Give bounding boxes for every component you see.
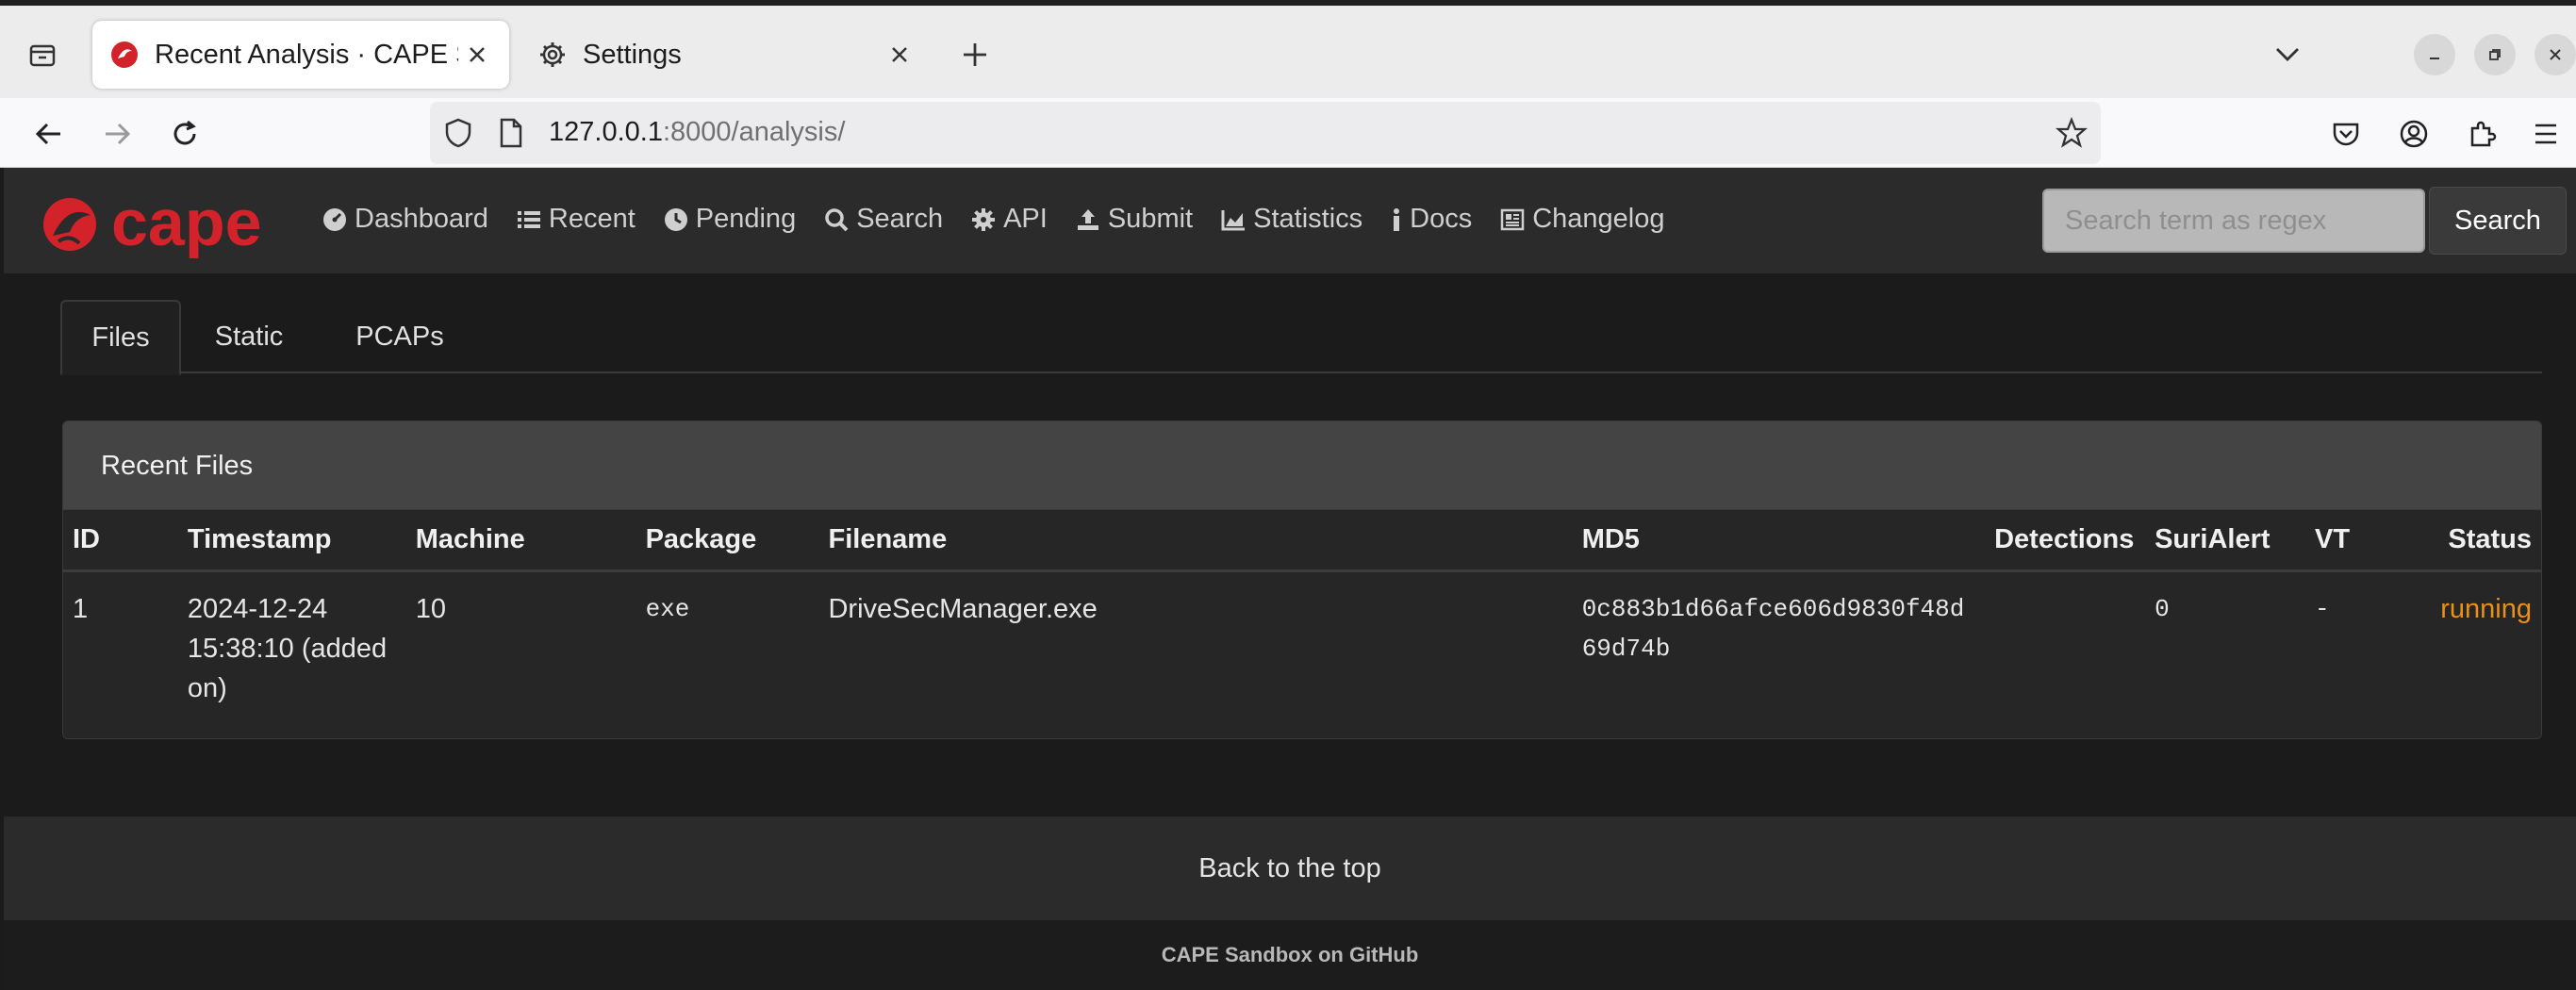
recent-files-table: ID Timestamp Machine Package Filename MD… <box>63 510 2541 708</box>
new-tab-plus-icon[interactable] <box>952 32 998 77</box>
col-machine[interactable]: Machine <box>405 510 636 572</box>
close-window-icon[interactable] <box>2535 34 2576 75</box>
cell-id[interactable]: 1 <box>63 570 178 708</box>
clock-icon <box>664 207 687 231</box>
dashboard-gauge-icon <box>323 207 346 231</box>
site-navbar: cape Dashboard Recent Pending Search API <box>4 168 2576 273</box>
col-md5[interactable]: MD5 <box>1572 510 1986 572</box>
close-tab-icon[interactable] <box>881 36 918 74</box>
search-button[interactable]: Search <box>2429 187 2567 255</box>
col-surialert[interactable]: SuriAlert <box>2145 510 2306 572</box>
cell-detections <box>1985 570 2145 708</box>
menu-dashboard-label: Dashboard <box>355 204 488 234</box>
cell-timestamp: 2024-12-24 15:38:10 (added on) <box>187 593 388 703</box>
cell-md5: 0c883b1d66afce606d9830f48d69d74b <box>1581 594 1965 663</box>
cape-favicon-icon <box>111 41 138 68</box>
close-tab-icon[interactable] <box>458 36 496 74</box>
url-path: :8000/analysis/ <box>662 117 846 147</box>
brand-text: cape <box>111 187 262 258</box>
col-detections[interactable]: Detections <box>1985 510 2146 572</box>
info-icon <box>1394 207 1400 231</box>
forward-arrow-icon[interactable] <box>91 107 143 160</box>
menu-statistics[interactable]: Statistics <box>1221 204 1362 235</box>
github-footer-link[interactable]: CAPE Sandbox on GitHub <box>4 920 2576 990</box>
page-content: cape Dashboard Recent Pending Search API <box>4 168 2576 990</box>
menu-pending-label: Pending <box>695 204 797 234</box>
cape-logo[interactable]: cape <box>41 187 296 258</box>
table-row[interactable]: 1 2024-12-24 15:38:10 (added on) 10 exe … <box>63 570 2541 708</box>
extensions-puzzle-icon[interactable] <box>2455 107 2508 160</box>
cell-filename[interactable]: DriveSecManager.exe <box>818 570 1572 708</box>
tab-pcaps[interactable]: PCAPs <box>324 300 475 373</box>
cell-vt: - <box>2315 594 2330 623</box>
hamburger-menu-icon[interactable] <box>2519 107 2572 160</box>
browser-navigation-bar: 127.0.0.1:8000/analysis/ <box>0 98 2576 168</box>
back-to-top-link[interactable]: Back to the top <box>4 817 2576 920</box>
tab-static[interactable]: Static <box>192 300 305 373</box>
menu-dashboard[interactable]: Dashboard <box>322 204 488 235</box>
col-package[interactable]: Package <box>636 510 819 572</box>
browser-tab-recent-analysis[interactable]: Recent Analysis · CAPE Sandbox <box>92 21 509 89</box>
search-input[interactable] <box>2042 189 2425 253</box>
col-id[interactable]: ID <box>63 510 178 572</box>
menu-pending[interactable]: Pending <box>664 204 796 235</box>
tab-list-icon[interactable] <box>21 34 64 77</box>
menu-api[interactable]: API <box>971 204 1048 235</box>
col-timestamp[interactable]: Timestamp <box>177 510 406 572</box>
menu-submit-label: Submit <box>1107 204 1194 234</box>
col-filename[interactable]: Filename <box>818 510 1573 572</box>
minimize-icon[interactable] <box>2414 34 2455 75</box>
cog-icon <box>972 207 996 231</box>
browser-tab-settings[interactable]: Settings <box>520 21 932 89</box>
recent-files-header: Recent Files <box>63 421 2541 510</box>
menu-changelog-label: Changelog <box>1532 204 1665 234</box>
url-text[interactable]: 127.0.0.1:8000/analysis/ <box>549 117 845 148</box>
newspaper-icon <box>1500 208 1525 230</box>
menu-recent-label: Recent <box>548 204 636 234</box>
browser-tab-bar: Recent Analysis · CAPE Sandbox Settings <box>0 0 2576 98</box>
tab-files[interactable]: Files <box>60 300 181 375</box>
cell-package: exe <box>645 594 690 623</box>
menu-docs[interactable]: Docs <box>1391 204 1472 235</box>
account-icon[interactable] <box>2387 107 2440 160</box>
area-chart-icon <box>1221 209 1246 230</box>
cell-surialert: 0 <box>2155 594 2170 623</box>
pocket-icon[interactable] <box>2320 107 2372 160</box>
main-menu: Dashboard Recent Pending Search API Subm… <box>322 204 1693 235</box>
cell-machine: 10 <box>415 593 447 624</box>
status-badge: running <box>2440 593 2532 624</box>
menu-recent[interactable]: Recent <box>517 204 636 235</box>
url-host: 127.0.0.1 <box>549 117 663 147</box>
bookmark-star-icon[interactable] <box>2056 117 2088 149</box>
reload-icon[interactable] <box>158 107 211 160</box>
tab-title: Recent Analysis · CAPE Sandbox <box>155 39 458 70</box>
menu-api-label: API <box>1003 204 1048 234</box>
menu-search-label: Search <box>856 204 944 234</box>
search-icon <box>825 207 849 231</box>
col-vt[interactable]: VT <box>2305 510 2419 572</box>
chevron-down-icon[interactable] <box>2267 34 2308 75</box>
menu-statistics-label: Statistics <box>1253 204 1363 234</box>
table-header-row: ID Timestamp Machine Package Filename MD… <box>63 510 2541 572</box>
list-icon <box>517 210 540 228</box>
menu-search[interactable]: Search <box>824 204 943 235</box>
menu-docs-label: Docs <box>1410 204 1473 234</box>
restore-icon[interactable] <box>2474 34 2516 75</box>
address-bar[interactable]: 127.0.0.1:8000/analysis/ <box>430 102 2101 164</box>
recent-files-card: Recent Files ID Timestamp Machine Packag… <box>62 421 2542 739</box>
col-status[interactable]: Status <box>2418 510 2541 572</box>
menu-changelog[interactable]: Changelog <box>1500 204 1665 235</box>
shield-icon[interactable] <box>443 117 473 149</box>
page-icon <box>500 118 522 148</box>
upload-icon <box>1077 208 1098 230</box>
analysis-tabs: Files Static PCAPs <box>60 300 2542 375</box>
menu-submit[interactable]: Submit <box>1076 204 1193 235</box>
gear-icon <box>540 42 565 67</box>
tab-title: Settings <box>583 39 682 70</box>
back-arrow-icon[interactable] <box>23 107 75 160</box>
